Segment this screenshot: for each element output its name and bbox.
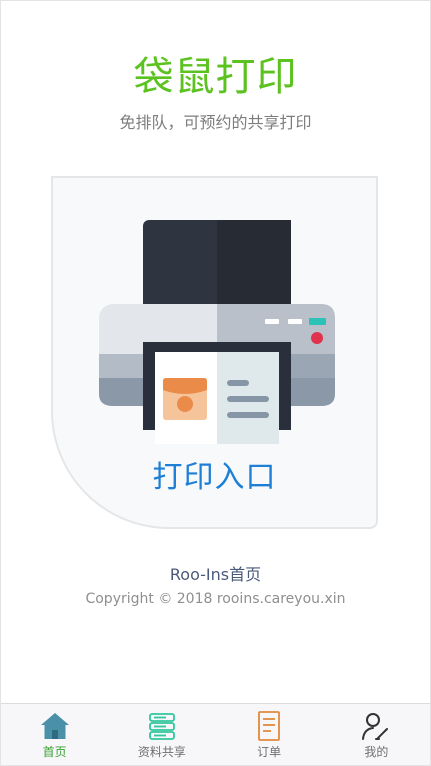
copyright-text: Copyright © 2018 rooins.careyou.xin bbox=[85, 591, 346, 607]
bottom-tab-bar: 首页 资料共享 订单 我的 bbox=[1, 703, 430, 765]
print-entry-card[interactable]: 打印入口 bbox=[51, 176, 378, 529]
app-title: 袋鼠打印 bbox=[133, 54, 298, 100]
footer-home-link[interactable]: Roo-Ins首页 bbox=[1, 564, 430, 586]
tab-resource-sharing[interactable]: 资料共享 bbox=[108, 704, 215, 765]
tab-label-resource-sharing: 资料共享 bbox=[137, 745, 186, 759]
tab-label-orders: 订单 bbox=[257, 745, 282, 759]
footer-info: Roo-Ins首页 Copyright © 2018 rooins.careyo… bbox=[1, 564, 430, 609]
print-entry-label: 打印入口 bbox=[152, 460, 277, 495]
books-icon bbox=[148, 713, 175, 740]
tab-orders[interactable]: 订单 bbox=[216, 704, 323, 765]
app-screen: 袋鼠打印 免排队，可预约的共享打印 打印入口 Roo-Ins首页 Copyrig… bbox=[0, 0, 431, 766]
app-subtitle: 免排队，可预约的共享打印 bbox=[119, 113, 312, 132]
printer-icon bbox=[99, 220, 335, 444]
document-icon bbox=[258, 711, 281, 741]
tab-label-home: 首页 bbox=[42, 745, 67, 759]
tab-profile[interactable]: 我的 bbox=[323, 704, 430, 765]
tab-home[interactable]: 首页 bbox=[1, 704, 108, 765]
home-icon bbox=[40, 713, 69, 739]
user-edit-icon bbox=[362, 713, 389, 740]
tab-label-profile: 我的 bbox=[364, 745, 389, 759]
